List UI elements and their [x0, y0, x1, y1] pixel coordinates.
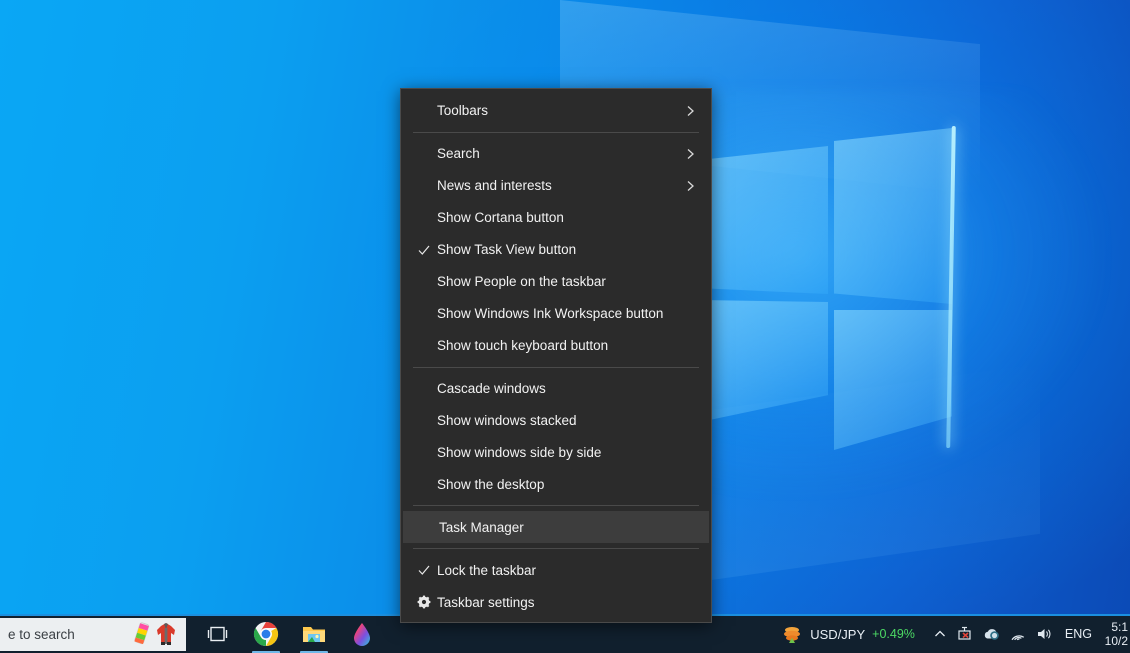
menu-item-search[interactable]: Search	[401, 138, 711, 170]
clock[interactable]: 5:1 10/2	[1100, 620, 1130, 648]
menu-item-news-and-interests[interactable]: News and interests	[401, 170, 711, 202]
menu-item-show-touch-keyboard-button[interactable]: Show touch keyboard button	[401, 330, 711, 362]
menu-item-label: News and interests	[437, 178, 552, 193]
file-explorer-button[interactable]	[290, 615, 338, 653]
onedrive-icon[interactable]	[979, 615, 1005, 653]
taskbar-context-menu[interactable]: Toolbars Search News and interests Show Cor…	[400, 88, 712, 623]
logo-pane	[700, 146, 828, 294]
chevron-right-icon	[684, 147, 697, 160]
ticker-change: +0.49%	[872, 627, 915, 641]
speaker-icon	[1035, 626, 1053, 642]
menu-separator	[413, 132, 699, 133]
volume-icon[interactable]	[1031, 615, 1057, 653]
language-indicator[interactable]: ENG	[1057, 627, 1100, 641]
menu-item-label: Show windows side by side	[437, 445, 601, 460]
network-error-icon	[957, 626, 975, 642]
menu-item-label: Show touch keyboard button	[437, 338, 608, 353]
droplet-icon	[350, 621, 374, 647]
clock-time: 5:1	[1100, 620, 1128, 634]
check-icon	[413, 243, 435, 257]
task-view-icon	[207, 624, 229, 644]
menu-item-label: Show People on the taskbar	[437, 274, 606, 289]
menu-item-label: Show Windows Ink Workspace button	[437, 306, 663, 321]
menu-item-label: Toolbars	[437, 103, 488, 118]
menu-item-label: Show the desktop	[437, 477, 544, 492]
menu-item-label: Show Cortana button	[437, 210, 564, 225]
chrome-button[interactable]	[242, 615, 290, 653]
tray-icon-group	[927, 615, 1057, 653]
file-explorer-icon	[301, 622, 327, 646]
wifi-icon	[1009, 627, 1027, 642]
menu-item-show-windows-side-by-side[interactable]: Show windows side by side	[401, 436, 711, 468]
menu-item-label: Cascade windows	[437, 381, 546, 396]
logo-pane	[700, 300, 828, 422]
menu-item-show-task-view-button[interactable]: Show Task View button	[401, 234, 711, 266]
menu-item-taskbar-settings[interactable]: Taskbar settings	[401, 586, 711, 618]
news-weather-icon	[781, 623, 803, 645]
search-input[interactable]: e to search	[0, 618, 186, 651]
chevron-right-icon	[684, 179, 697, 192]
network-status-icon[interactable]	[953, 615, 979, 653]
show-hidden-icons-button[interactable]	[927, 615, 953, 653]
menu-item-toolbars[interactable]: Toolbars	[401, 95, 711, 127]
menu-separator	[413, 505, 699, 506]
app-droplet-button[interactable]	[338, 615, 386, 653]
search-decoration-icons	[131, 620, 186, 648]
menu-item-lock-the-taskbar[interactable]: Lock the taskbar	[401, 554, 711, 586]
screen: e to search	[0, 0, 1130, 653]
system-tray: USD/JPY +0.49%	[775, 615, 1130, 653]
menu-item-show-windows-stacked[interactable]: Show windows stacked	[401, 404, 711, 436]
menu-item-show-people-on-the-taskbar[interactable]: Show People on the taskbar	[401, 266, 711, 298]
task-view-button[interactable]	[194, 615, 242, 653]
check-icon	[413, 563, 435, 577]
taskbar-app-buttons	[194, 615, 386, 653]
clock-date: 10/2	[1100, 634, 1128, 648]
menu-separator	[413, 548, 699, 549]
menu-item-label: Show Task View button	[437, 242, 576, 257]
menu-item-label: Show windows stacked	[437, 413, 577, 428]
ticker-symbol: USD/JPY	[810, 627, 865, 642]
menu-item-show-windows-ink-workspace-button[interactable]: Show Windows Ink Workspace button	[401, 298, 711, 330]
news-ticker[interactable]: USD/JPY +0.49%	[775, 623, 927, 645]
chrome-icon	[253, 621, 279, 647]
menu-item-label: Taskbar settings	[437, 595, 535, 610]
menu-item-label: Search	[437, 146, 480, 161]
search-input-value: e to search	[8, 627, 125, 642]
menu-item-task-manager[interactable]: Task Manager	[403, 511, 709, 543]
menu-item-label: Task Manager	[439, 520, 524, 535]
menu-item-show-the-desktop[interactable]: Show the desktop	[401, 468, 711, 500]
gear-icon	[413, 595, 435, 609]
cloud-icon	[982, 626, 1002, 642]
chevron-right-icon	[684, 104, 697, 117]
menu-item-label: Lock the taskbar	[437, 563, 536, 578]
windows-logo-icon	[700, 128, 990, 428]
menu-item-cascade-windows[interactable]: Cascade windows	[401, 373, 711, 405]
menu-item-show-cortana-button[interactable]: Show Cortana button	[401, 202, 711, 234]
logo-pane	[834, 128, 952, 304]
chevron-up-icon	[933, 627, 947, 641]
menu-separator	[413, 367, 699, 368]
wifi-icon[interactable]	[1005, 615, 1031, 653]
